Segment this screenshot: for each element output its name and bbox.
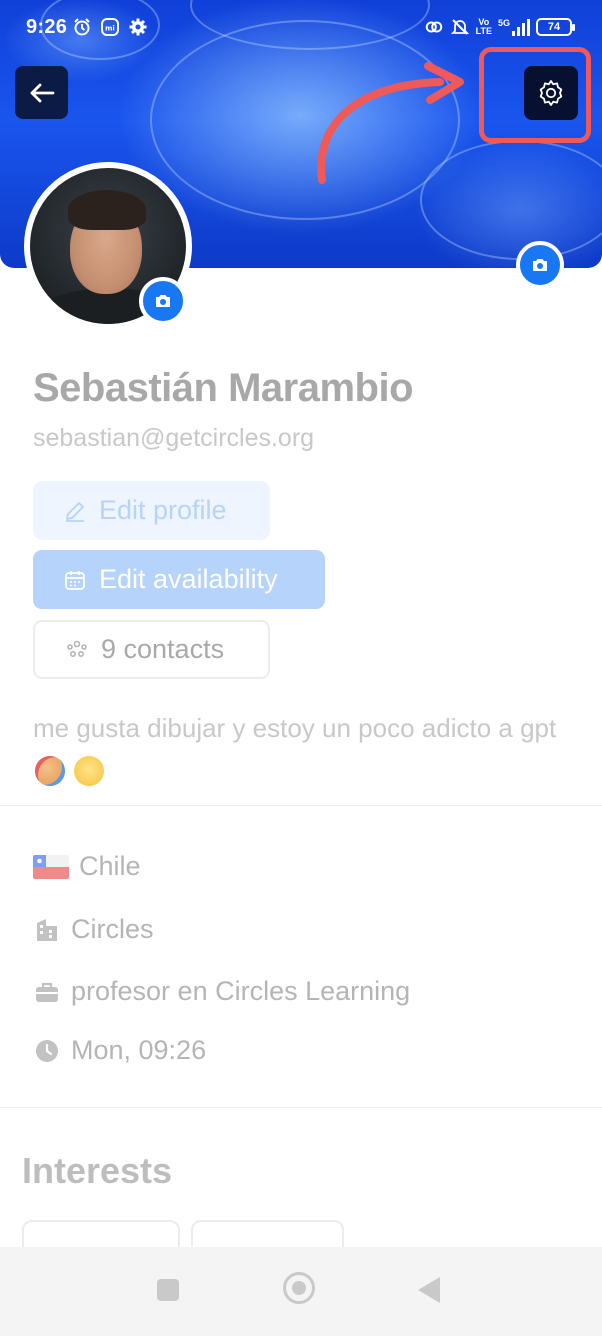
- interests-title: Interests: [22, 1150, 173, 1191]
- pencil-icon: [63, 498, 89, 524]
- role-text: profesor en Circles Learning: [71, 976, 411, 1006]
- bio-text: me gusta dibujar y estoy un poco adicto …: [33, 713, 557, 743]
- edit-profile-label: Edit profile: [99, 495, 227, 525]
- profile-bio: me gusta dibujar y estoy un poco adicto …: [33, 708, 573, 790]
- palette-emoji: [35, 756, 65, 787]
- change-cover-button[interactable]: [516, 241, 564, 289]
- contacts-button[interactable]: 9 contacts: [33, 620, 270, 679]
- briefcase-icon: [33, 978, 61, 1006]
- system-nav-bar: [0, 1247, 602, 1336]
- building-icon: [33, 916, 61, 944]
- country-text: Chile: [79, 851, 141, 881]
- organization-text: Circles: [71, 914, 154, 944]
- recent-apps-button[interactable]: [157, 1279, 179, 1301]
- divider: [0, 805, 602, 806]
- camera-icon: [156, 295, 170, 307]
- role-row: profesor en Circles Learning: [33, 976, 410, 1007]
- time-row: Mon, 09:26: [33, 1035, 206, 1066]
- people-icon: [65, 637, 91, 663]
- home-button[interactable]: [283, 1272, 315, 1304]
- edit-availability-button[interactable]: Edit availability: [33, 550, 325, 609]
- country-row: Chile: [33, 851, 141, 882]
- divider: [0, 1107, 602, 1108]
- contacts-label: 9 contacts: [101, 634, 225, 664]
- organization-row: Circles: [33, 914, 154, 945]
- clock-icon: [33, 1037, 61, 1065]
- edit-profile-button[interactable]: Edit profile: [33, 481, 270, 540]
- change-avatar-button[interactable]: [139, 277, 187, 325]
- settings-button[interactable]: [524, 66, 578, 120]
- system-back-button[interactable]: [418, 1277, 440, 1303]
- profile-email: sebastian@getcircles.org: [33, 424, 315, 452]
- camera-icon: [533, 259, 547, 271]
- local-time-text: Mon, 09:26: [71, 1035, 207, 1065]
- calendar-icon: [63, 567, 89, 593]
- profile-name: Sebastián Marambio: [33, 366, 414, 410]
- shushing-face-emoji: [74, 756, 105, 787]
- chile-flag-icon: [33, 854, 69, 879]
- edit-availability-label: Edit availability: [99, 564, 278, 594]
- gear-icon: [539, 80, 563, 106]
